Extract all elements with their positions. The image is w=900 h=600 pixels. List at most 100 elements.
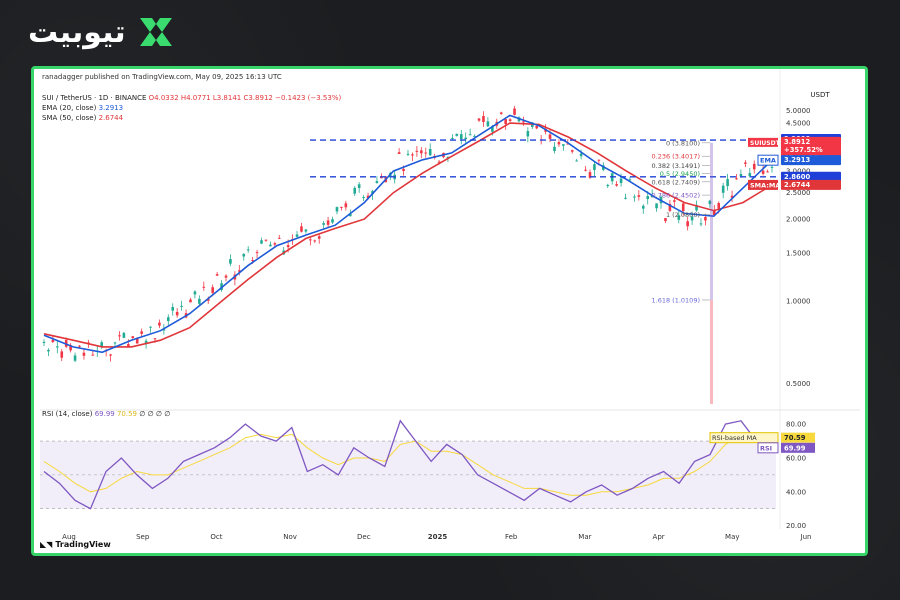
- candle-body: [56, 346, 59, 348]
- rsi-tag-text: 69.99: [784, 444, 806, 452]
- x-tick-label: Apr: [653, 533, 665, 541]
- candle-body: [264, 239, 268, 241]
- candle-body: [655, 203, 658, 209]
- fib-level-label: 0.786 (2.4502): [652, 192, 701, 200]
- candle-body: [326, 220, 330, 225]
- x-tick-label: Jun: [800, 533, 812, 541]
- x-tick-label: Sep: [136, 533, 150, 541]
- brand-x-icon: [139, 18, 172, 46]
- candle-body: [646, 196, 650, 200]
- candle-body: [193, 291, 197, 295]
- fib-level-label: 0.5 (2.9450): [660, 170, 700, 178]
- candle-body: [579, 153, 583, 157]
- candle-body: [131, 336, 135, 339]
- candle-body: [158, 322, 161, 326]
- chart-canvas[interactable]: USDT5.00004.50004.00003.50003.00002.5000…: [34, 69, 865, 553]
- rsi-tick-label: 80.00: [786, 421, 806, 429]
- x-tick-label: Nov: [283, 533, 297, 541]
- candle-body: [286, 245, 290, 248]
- candle-body: [175, 311, 179, 316]
- candle-body: [766, 171, 769, 173]
- price-tick-label: 0.5000: [786, 380, 811, 388]
- candle-body: [397, 152, 401, 154]
- candle-body: [504, 119, 507, 125]
- candle-body: [508, 119, 512, 122]
- candle-body: [761, 170, 765, 174]
- candle-body: [357, 184, 361, 189]
- candle-body: [624, 197, 627, 199]
- candle-body: [166, 317, 170, 322]
- candle-body: [300, 226, 303, 232]
- candle-body: [570, 150, 574, 152]
- chart-frame: ranadagger published on TradingView.com,…: [31, 66, 868, 556]
- brand-name: تیوبیت: [28, 14, 126, 50]
- rsi-tag-label: RSI: [760, 444, 772, 452]
- candle-body: [362, 197, 365, 199]
- candle-body: [153, 338, 157, 340]
- candle-body: [748, 173, 752, 177]
- candle-body: [526, 131, 530, 137]
- candle-body: [295, 234, 299, 237]
- candle-body: [424, 152, 428, 154]
- fib-vertical-band: [710, 142, 713, 300]
- candle-body: [277, 237, 281, 239]
- currency-label: USDT: [810, 91, 830, 99]
- price-tag-sma-text: 2.6744: [784, 181, 810, 189]
- candle-body: [198, 298, 201, 304]
- tradingview-logo[interactable]: ◣◥ TradingView: [40, 540, 111, 549]
- candle-body: [224, 275, 228, 278]
- candle-body: [535, 125, 539, 129]
- candle-body: [340, 206, 343, 208]
- candle-body: [229, 259, 232, 264]
- brand-logo: تیوبیت: [28, 14, 176, 50]
- fib-level-label: 0.618 (2.7409): [652, 178, 701, 186]
- x-tick-label: Feb: [505, 533, 518, 541]
- candle-body: [428, 149, 432, 156]
- fib-level-label: 0 (3.8100): [666, 139, 700, 147]
- candle-body: [455, 133, 459, 136]
- candle-body: [459, 134, 463, 140]
- candle-body: [499, 112, 503, 114]
- candle-body: [482, 115, 485, 123]
- candle-body: [273, 243, 277, 245]
- candle-body: [606, 184, 610, 187]
- fib-level-label: 0.236 (3.4017): [652, 153, 701, 161]
- candle-body: [468, 134, 472, 136]
- candle-body: [211, 287, 214, 293]
- candle-body: [406, 153, 410, 155]
- candle-body: [180, 305, 183, 307]
- candle-body: [149, 326, 152, 328]
- price-tag-2860-text: 2.8600: [784, 173, 810, 181]
- price-tick-label: 1.0000: [786, 298, 811, 306]
- candle-body: [770, 166, 774, 168]
- candle-body: [681, 203, 685, 212]
- candle-body: [597, 159, 601, 161]
- candle-body: [735, 178, 738, 180]
- tradingview-label: TradingView: [55, 540, 111, 549]
- candle-body: [91, 354, 95, 356]
- x-tick-label: Dec: [357, 533, 371, 541]
- candle-body: [486, 121, 490, 127]
- candle-body: [309, 239, 312, 241]
- candle-body: [411, 154, 414, 156]
- rsi-ma-tag-label: RSI-based MA: [712, 434, 757, 442]
- price-tag-current-text: +357.52%: [784, 146, 823, 154]
- ema-tag-label: EMA: [760, 157, 776, 165]
- candle-body: [269, 244, 272, 247]
- candle-body: [593, 164, 596, 171]
- candle-body: [322, 223, 325, 225]
- candle-body: [615, 184, 618, 186]
- candle-body: [522, 121, 525, 123]
- candle-body: [82, 352, 86, 356]
- sma-tag-label: SMA:MA: [750, 181, 780, 189]
- candle-body: [726, 179, 729, 187]
- candle-body: [246, 249, 250, 251]
- candle-body: [113, 342, 117, 344]
- candle-body: [704, 217, 707, 221]
- price-tick-label: 5.0000: [786, 107, 811, 115]
- candle-body: [353, 187, 357, 194]
- candle-body: [752, 163, 756, 170]
- candle-body: [557, 142, 561, 145]
- candle-body: [260, 240, 263, 244]
- candle-body: [317, 236, 321, 239]
